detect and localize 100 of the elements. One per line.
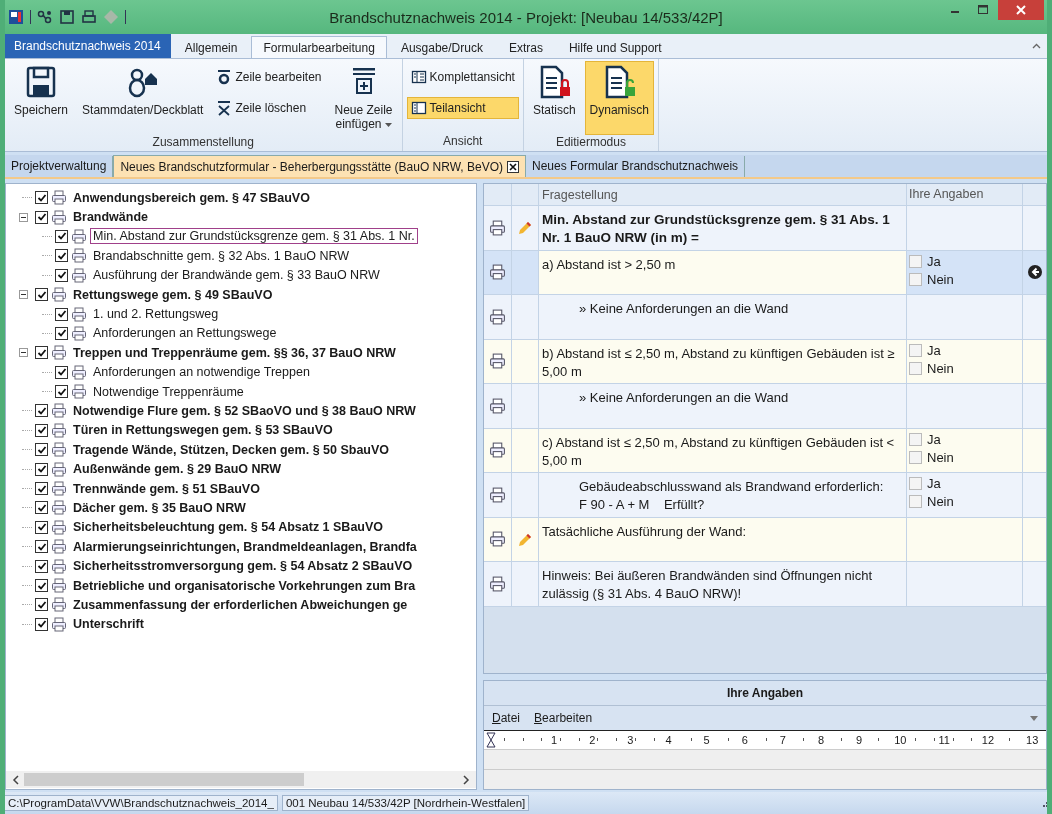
document-tab[interactable]: Neues Formular Brandschutznachweis <box>526 155 746 177</box>
tree-item[interactable]: Türen in Rettungswegen gem. § 53 SBauVO <box>70 422 336 439</box>
menu-item[interactable]: Datei <box>492 711 521 725</box>
tree-item[interactable]: Ausführung der Brandwände gem. § 33 BauO NRW <box>90 267 383 284</box>
tree-item[interactable]: Anwendungsbereich gem. § 47 SBauVO <box>70 189 313 206</box>
printer-icon[interactable] <box>489 442 506 459</box>
ribbon-button[interactable]: Stammdaten/Deckblatt <box>77 61 209 135</box>
checkbox[interactable] <box>55 249 68 263</box>
checkbox[interactable] <box>35 540 48 554</box>
checkbox[interactable] <box>909 343 922 357</box>
checkbox[interactable] <box>35 482 48 496</box>
collapse-ribbon-icon[interactable] <box>1032 43 1041 49</box>
tree-item[interactable]: Brandabschnitte gem. § 32 Abs. 1 BauO NRW <box>90 247 353 264</box>
checkbox[interactable] <box>35 288 48 302</box>
tree-item[interactable]: Tragende Wände, Stützen, Decken gem. § 50 SbauVO <box>70 441 393 458</box>
ribbon-tab[interactable]: Formularbearbeitung <box>251 36 387 58</box>
tree-item[interactable]: Anforderungen an Rettungswege <box>90 325 280 342</box>
pencil-icon[interactable] <box>517 531 533 548</box>
ribbon-tab[interactable]: Extras <box>496 36 555 58</box>
save-icon[interactable] <box>59 9 75 25</box>
printer-icon[interactable] <box>489 397 506 414</box>
checkbox[interactable] <box>35 520 48 534</box>
ribbon-button[interactable]: Komplettansicht <box>406 66 519 88</box>
resize-grip-icon[interactable] <box>1040 799 1047 807</box>
checkbox[interactable] <box>909 361 922 375</box>
tree-item[interactable]: Min. Abstand zur Grundstücksgrenze gem. § 31 Abs. 1 Nr. <box>90 228 418 245</box>
printer-icon[interactable] <box>489 531 506 548</box>
collapse-icon[interactable] <box>18 348 28 358</box>
checkbox[interactable] <box>35 617 48 631</box>
file-tab[interactable]: Brandschutznachweis 2014 <box>5 34 171 58</box>
app-icon[interactable] <box>8 9 24 25</box>
checkbox[interactable] <box>35 462 48 476</box>
ribbon-tab[interactable]: Allgemein <box>172 36 250 58</box>
scroll-right-icon[interactable] <box>462 774 470 785</box>
checkbox[interactable] <box>909 272 922 286</box>
ribbon-button[interactable]: Dynamisch <box>584 61 654 135</box>
printer-icon[interactable] <box>489 486 506 503</box>
printer-icon[interactable] <box>489 353 506 370</box>
printer-icon[interactable] <box>489 308 506 325</box>
ribbon-tab[interactable]: Hilfe und Support <box>556 36 674 58</box>
checkbox[interactable] <box>35 598 48 612</box>
checkbox[interactable] <box>35 191 48 205</box>
tree-item[interactable]: Trennwände gem. § 51 SBauVO <box>70 480 263 497</box>
tree-item[interactable]: Notwendige Flure gem. § 52 SBaoVO und § 38 BauO NRW <box>70 403 419 419</box>
tree-item[interactable]: Sicherheitsbeleuchtung gem. § 54 Absatz 1 SBauVO <box>70 519 387 536</box>
tree-item[interactable]: Brandwände <box>70 209 151 226</box>
ribbon-button[interactable]: Speichern <box>9 61 74 135</box>
checkbox[interactable] <box>909 495 922 508</box>
checkbox[interactable] <box>35 404 48 418</box>
share-icon[interactable] <box>37 9 53 25</box>
checkbox[interactable] <box>909 432 922 446</box>
checkbox[interactable] <box>55 229 68 243</box>
checkbox[interactable] <box>35 501 48 515</box>
ribbon-button[interactable]: Neue Zeile einfügen <box>329 61 398 135</box>
checkbox[interactable] <box>35 423 48 437</box>
checkbox[interactable] <box>55 307 68 321</box>
close-icon[interactable] <box>507 160 519 173</box>
tree-item[interactable]: Dächer gem. § 35 BauO NRW <box>70 499 249 516</box>
printer-icon[interactable] <box>489 575 506 592</box>
indent-marker-icon[interactable] <box>486 732 496 748</box>
checkbox[interactable] <box>55 365 68 379</box>
tree-item[interactable]: Anforderungen an notwendige Treppen <box>90 364 313 381</box>
checkbox[interactable] <box>35 210 48 224</box>
scroll-left-icon[interactable] <box>12 774 20 785</box>
checkbox[interactable] <box>35 443 48 457</box>
tree-item[interactable]: Treppen und Treppenräume gem. §§ 36, 37 BauO NRW <box>70 344 399 361</box>
checkbox[interactable] <box>55 326 68 340</box>
checkbox[interactable] <box>35 579 48 592</box>
tree-item[interactable]: 1. und 2. Rettungsweg <box>90 306 222 323</box>
checkbox[interactable] <box>35 346 48 360</box>
collapse-icon[interactable] <box>18 212 28 222</box>
tree-item[interactable]: Unterschrift <box>70 616 147 633</box>
tree-item[interactable]: Sicherheitsstromversorgung gem. § 54 Absatz 2 SBauVO <box>70 558 416 575</box>
checkbox[interactable] <box>909 450 922 464</box>
ribbon-button[interactable]: Teilansicht <box>406 97 519 119</box>
ribbon-button[interactable]: Zeile löschen <box>212 97 326 119</box>
horizontal-scrollbar[interactable] <box>6 771 476 788</box>
ribbon-button[interactable]: Statisch <box>527 61 581 135</box>
tree-item[interactable]: Rettungswege gem. § 49 SBauVO <box>70 286 276 303</box>
tree-item[interactable]: Zusammenfassung der erforderlichen Abweichungen ge <box>70 596 411 613</box>
tree-item[interactable]: Betriebliche und organisatorische Vorkehrungen zum Bra <box>70 577 419 594</box>
tree-item[interactable]: Notwendige Treppenräume <box>90 383 247 400</box>
checkbox[interactable] <box>55 385 68 399</box>
ribbon-button[interactable]: Zeile bearbeiten <box>212 66 326 88</box>
dropdown-icon[interactable] <box>1030 715 1038 721</box>
printer-icon[interactable] <box>489 264 506 281</box>
print-icon[interactable] <box>81 9 97 25</box>
menu-item[interactable]: Bearbeiten <box>534 711 593 725</box>
checkbox[interactable] <box>35 559 48 573</box>
checkbox[interactable] <box>909 477 922 490</box>
checkbox[interactable] <box>909 254 922 268</box>
checkbox[interactable] <box>55 268 68 282</box>
printer-icon[interactable] <box>489 219 506 236</box>
pencil-icon[interactable] <box>517 220 533 236</box>
ribbon-tab[interactable]: Ausgabe/Druck <box>388 36 495 58</box>
close-button[interactable] <box>998 0 1044 20</box>
tree-item[interactable]: Alarmierungseinrichtungen, Brandmeldeanlagen, Brandfa <box>70 538 420 555</box>
collapse-icon[interactable] <box>18 290 28 300</box>
tree-item[interactable]: Außenwände gem. § 29 BauO NRW <box>70 461 285 478</box>
document-tab[interactable]: Neues Brandschutzformular - Beherbergungsstätte (BauO NRW, BeVO) <box>113 155 526 177</box>
